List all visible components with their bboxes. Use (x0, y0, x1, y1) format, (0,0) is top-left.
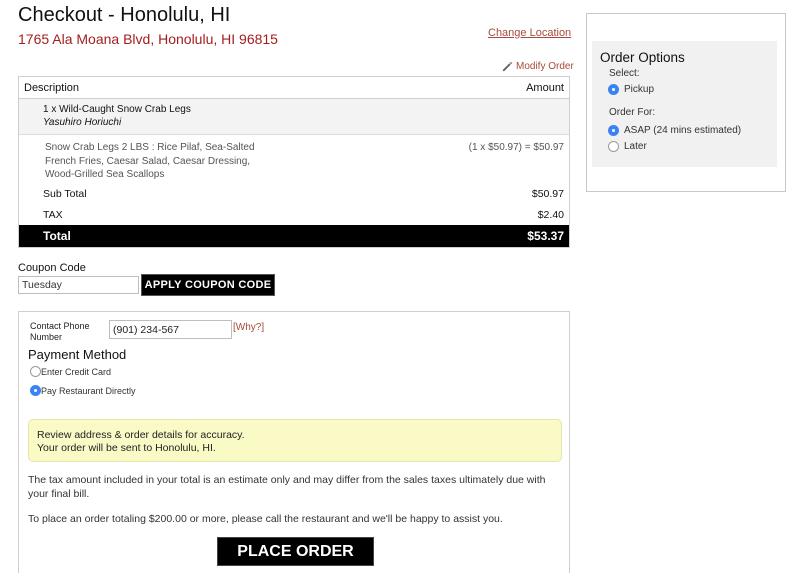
payment-option-label: Pay Restaurant Directly (41, 385, 136, 396)
contact-phone-label: Contact Phone Number (30, 321, 90, 342)
restaurant-address: 1765 Ala Moana Blvd, Honolulu, HI 96815 (18, 31, 278, 47)
change-location-link[interactable]: Change Location (488, 27, 571, 39)
order-item: 1 x Wild-Caught Snow Crab Legs Yasuhiro … (19, 99, 569, 135)
tax-disclaimer: The tax amount included in your total is… (28, 474, 546, 500)
radio-checked-icon[interactable] (608, 125, 619, 136)
table-header: Description Amount (19, 77, 569, 99)
radio-checked-icon[interactable] (608, 84, 619, 95)
payment-option-label: Enter Credit Card (41, 366, 112, 377)
item-name: 1 x Wild-Caught Snow Crab Legs (43, 104, 191, 115)
column-description: Description (24, 81, 80, 94)
pencil-icon (502, 61, 513, 72)
tax-row: TAX $2.40 (19, 204, 569, 225)
item-price: (1 x $50.97) = $50.97 (468, 142, 564, 153)
option-pickup-label: Pickup (624, 84, 655, 95)
total-row: Total $53.37 (19, 225, 569, 247)
item-recipient: Yasuhiro Horiuchi (43, 117, 122, 128)
payment-option-pay-restaurant[interactable]: Pay Restaurant Directly (30, 385, 136, 396)
notice-line-1: Review address & order details for accur… (37, 429, 245, 441)
modify-order-label: Modify Order (516, 61, 574, 72)
page-title: Checkout - Honolulu, HI (18, 4, 231, 26)
select-label: Select: (609, 68, 640, 79)
contact-phone-input[interactable] (109, 320, 232, 339)
radio-unchecked-icon[interactable] (608, 141, 619, 152)
option-pickup[interactable]: Pickup (608, 84, 654, 95)
payment-option-credit-card[interactable]: Enter Credit Card (30, 366, 111, 377)
option-asap-label: ASAP (24 mins estimated) (624, 125, 742, 136)
subtotal-row: Sub Total $50.97 (19, 183, 569, 204)
total-label: Total (43, 229, 71, 243)
order-options-panel: Order Options Select: Pickup Order For: … (586, 13, 786, 192)
option-later[interactable]: Later (608, 141, 647, 152)
coupon-code-input[interactable] (18, 276, 139, 294)
total-value: $53.37 (527, 229, 564, 243)
radio-checked-icon[interactable] (30, 385, 41, 396)
subtotal-label: Sub Total (43, 187, 87, 200)
item-details: Snow Crab Legs 2 LBS : Rice Pilaf, Sea-S… (45, 142, 255, 180)
radio-unchecked-icon[interactable] (30, 366, 41, 377)
option-asap[interactable]: ASAP (24 mins estimated) (608, 125, 741, 136)
large-order-note: To place an order totaling $200.00 or mo… (28, 513, 503, 525)
notice-line-2: Your order will be sent to Honolulu, HI. (37, 442, 216, 454)
tax-value: $2.40 (537, 208, 564, 221)
item-detail-row: Snow Crab Legs 2 LBS : Rice Pilaf, Sea-S… (19, 135, 569, 183)
order-options-inner: Order Options Select: Pickup Order For: … (592, 41, 777, 167)
option-later-label: Later (624, 141, 647, 152)
place-order-button[interactable]: PLACE ORDER (217, 537, 374, 566)
review-notice: Review address & order details for accur… (28, 419, 562, 462)
why-link[interactable]: [Why?] (233, 322, 264, 333)
payment-section: Contact Phone Number [Why?] Payment Meth… (18, 311, 570, 573)
order-summary-table: Description Amount 1 x Wild-Caught Snow … (18, 76, 570, 248)
order-for-label: Order For: (609, 107, 656, 118)
subtotal-value: $50.97 (531, 187, 564, 200)
modify-order-link[interactable]: Modify Order (502, 61, 574, 72)
order-options-title: Order Options (600, 50, 685, 65)
tax-label: TAX (43, 208, 63, 221)
payment-method-heading: Payment Method (28, 347, 127, 362)
coupon-label: Coupon Code (18, 262, 86, 274)
column-amount: Amount (526, 81, 564, 94)
apply-coupon-button[interactable]: APPLY COUPON CODE (141, 274, 275, 296)
